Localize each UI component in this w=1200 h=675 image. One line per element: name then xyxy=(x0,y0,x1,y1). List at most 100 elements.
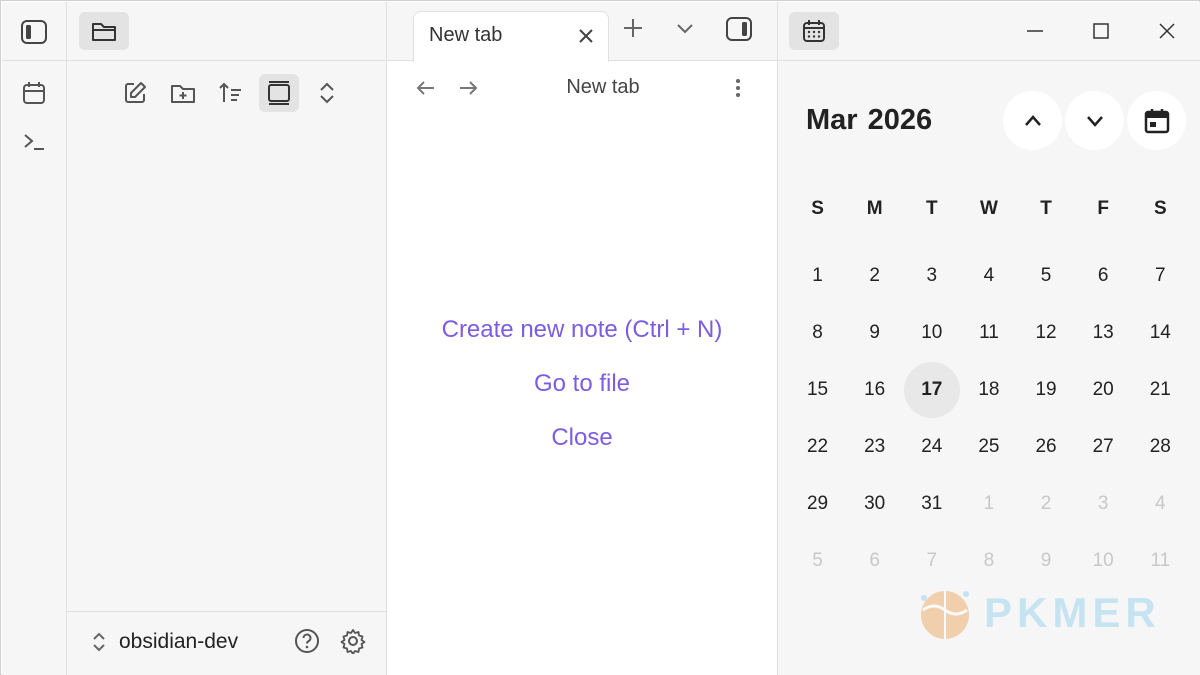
calendar-day[interactable]: 9 xyxy=(846,304,903,361)
maximize-icon[interactable] xyxy=(1068,2,1134,60)
create-new-note-link[interactable]: Create new note (Ctrl + N) xyxy=(387,310,777,364)
new-folder-icon[interactable] xyxy=(163,74,203,112)
calendar-week: 15 16 17 18 19 20 21 xyxy=(789,361,1189,418)
file-nav-toolbar xyxy=(115,74,347,112)
close-icon[interactable] xyxy=(576,26,596,46)
calendar-day[interactable]: 1 xyxy=(789,247,846,304)
settings-gear-icon[interactable] xyxy=(340,628,366,654)
calendar-day-adjacent[interactable]: 9 xyxy=(1018,532,1075,589)
calendar-week: 5 6 7 8 9 10 11 xyxy=(789,532,1189,589)
calendar-day[interactable]: 28 xyxy=(1132,418,1189,475)
view-header: New tab xyxy=(387,61,777,117)
plus-icon[interactable] xyxy=(621,16,645,42)
help-icon[interactable] xyxy=(294,628,320,654)
right-sidebar-toggle-icon[interactable] xyxy=(725,16,753,42)
more-options-icon[interactable] xyxy=(735,77,741,99)
window-close-icon[interactable] xyxy=(1134,2,1200,60)
calendar-day-today[interactable]: 17 xyxy=(903,361,960,418)
calendar-day-adjacent[interactable]: 2 xyxy=(1018,475,1075,532)
calendar-day[interactable]: 23 xyxy=(846,418,903,475)
calendar-month: Mar xyxy=(806,104,858,136)
calendar-tab-icon[interactable] xyxy=(789,12,839,50)
calendar-day[interactable]: 5 xyxy=(1018,247,1075,304)
calendar-day[interactable]: 2 xyxy=(846,247,903,304)
tab-actions xyxy=(621,16,753,42)
new-note-icon[interactable] xyxy=(115,74,155,112)
go-to-file-link[interactable]: Go to file xyxy=(387,364,777,418)
weekday-header: S M T W T F S xyxy=(789,180,1189,237)
calendar-day-adjacent[interactable]: 5 xyxy=(789,532,846,589)
empty-state-actions: Create new note (Ctrl + N) Go to file Cl… xyxy=(387,310,777,472)
calendar-day[interactable]: 31 xyxy=(903,475,960,532)
calendar-day[interactable]: 10 xyxy=(903,304,960,361)
watermark-text: PKMER xyxy=(984,589,1161,636)
calendar-day-adjacent[interactable]: 10 xyxy=(1075,532,1132,589)
calendar-day-adjacent[interactable]: 11 xyxy=(1132,532,1189,589)
calendar-day[interactable]: 25 xyxy=(960,418,1017,475)
calendar-day[interactable]: 3 xyxy=(903,247,960,304)
calendar-week: 29 30 31 1 2 3 4 xyxy=(789,475,1189,532)
calendar-day[interactable]: 6 xyxy=(1075,247,1132,304)
chevron-updown-icon xyxy=(91,630,107,654)
expand-collapse-icon[interactable] xyxy=(307,74,347,112)
calendar-day[interactable]: 12 xyxy=(1018,304,1075,361)
pkmer-watermark: PKMER xyxy=(914,584,1161,642)
calendar-day[interactable]: 4 xyxy=(960,247,1017,304)
weekday-label: T xyxy=(1040,197,1052,219)
calendar-day[interactable]: 24 xyxy=(903,418,960,475)
calendar-day-adjacent[interactable]: 1 xyxy=(960,475,1017,532)
calendar-week: 22 23 24 25 26 27 28 xyxy=(789,418,1189,475)
calendar-day[interactable]: 18 xyxy=(960,361,1017,418)
sort-icon[interactable] xyxy=(211,74,251,112)
calendar-day[interactable]: 27 xyxy=(1075,418,1132,475)
terminal-icon[interactable] xyxy=(19,126,49,156)
calendar-year: 2026 xyxy=(867,104,933,136)
sidebar-toggle-icon[interactable] xyxy=(19,17,49,47)
app-window: obsidian-dev New tab New tab Create new … xyxy=(0,0,1200,675)
view-title: New tab xyxy=(566,76,640,98)
vault-switcher[interactable]: obsidian-dev xyxy=(91,630,238,654)
calendar-day[interactable]: 8 xyxy=(789,304,846,361)
chevron-up-icon[interactable] xyxy=(1003,91,1062,150)
calendar-day[interactable]: 20 xyxy=(1075,361,1132,418)
close-link[interactable]: Close xyxy=(387,418,777,472)
minimize-icon[interactable] xyxy=(1002,2,1068,60)
calendar-day-adjacent[interactable]: 4 xyxy=(1132,475,1189,532)
calendar-week: 8 9 10 11 12 13 14 xyxy=(789,304,1189,361)
tab-label: New tab xyxy=(429,24,503,46)
collapse-view-icon[interactable] xyxy=(259,74,299,112)
calendar-day-adjacent[interactable]: 3 xyxy=(1075,475,1132,532)
weekday-label: S xyxy=(1153,197,1167,219)
calendar-day[interactable]: 11 xyxy=(960,304,1017,361)
calendar-day[interactable]: 15 xyxy=(789,361,846,418)
calendar-day-adjacent[interactable]: 8 xyxy=(960,532,1017,589)
today-calendar-icon[interactable] xyxy=(1127,91,1186,150)
calendar-day[interactable]: 13 xyxy=(1075,304,1132,361)
folder-icon[interactable] xyxy=(79,12,129,50)
calendar-day[interactable]: 16 xyxy=(846,361,903,418)
calendar-day[interactable]: 22 xyxy=(789,418,846,475)
tab-new-tab[interactable]: New tab xyxy=(413,11,609,62)
calendar-tab-header xyxy=(778,2,1200,61)
calendar-grid: S M T W T F S 1 2 3 4 5 6 7 8 9 10 11 12… xyxy=(789,180,1189,589)
editor-pane: New tab New tab Create new note (Ctrl + … xyxy=(387,2,778,675)
calendar-month-title: Mar 2026 xyxy=(806,104,932,137)
calendar-day[interactable]: 7 xyxy=(1132,247,1189,304)
calendar-day[interactable]: 29 xyxy=(789,475,846,532)
calendar-day-adjacent[interactable]: 7 xyxy=(903,532,960,589)
vault-actions xyxy=(294,628,366,654)
calendar-day[interactable]: 30 xyxy=(846,475,903,532)
calendar-day[interactable]: 14 xyxy=(1132,304,1189,361)
weekday-label: M xyxy=(866,197,883,219)
calendar-day[interactable]: 19 xyxy=(1018,361,1075,418)
calendar-icon[interactable] xyxy=(19,78,49,108)
vault-name: obsidian-dev xyxy=(119,630,239,653)
calendar-day[interactable]: 21 xyxy=(1132,361,1189,418)
chevron-down-icon[interactable] xyxy=(673,16,697,42)
chevron-down-icon[interactable] xyxy=(1065,91,1124,150)
tab-bar: New tab xyxy=(387,2,777,62)
calendar-day[interactable]: 26 xyxy=(1018,418,1075,475)
weekday-label: W xyxy=(979,197,998,219)
calendar-day-adjacent[interactable]: 6 xyxy=(846,532,903,589)
file-explorer-sidebar: obsidian-dev xyxy=(67,2,387,675)
